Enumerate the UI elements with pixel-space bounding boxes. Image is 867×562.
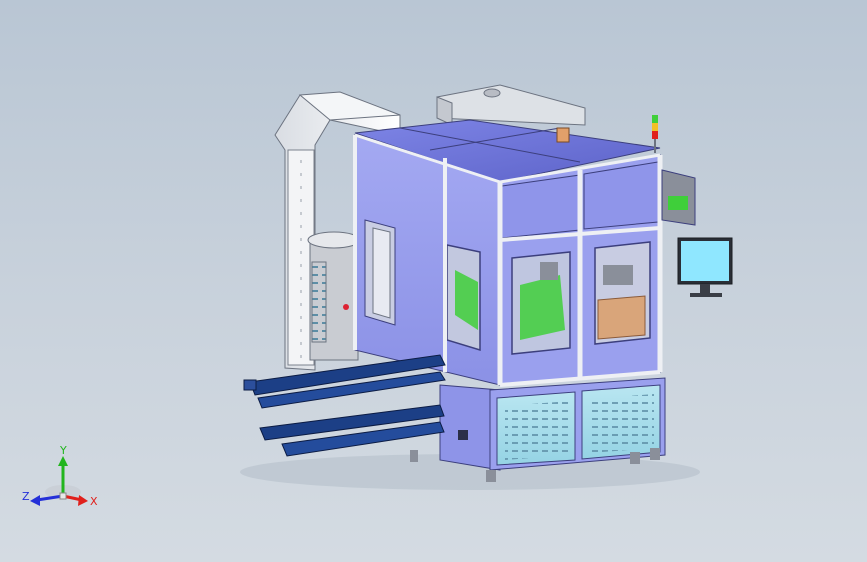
top-enclosure-box[interactable]	[436, 84, 586, 126]
machine-model[interactable]: Y X Z	[0, 0, 867, 562]
control-panel[interactable]	[661, 169, 696, 226]
main-cabinet[interactable]	[353, 119, 663, 387]
monitor[interactable]	[677, 237, 733, 297]
socket-icon	[458, 430, 468, 440]
x-axis-label: X	[90, 495, 98, 508]
bowl-feeder[interactable]	[307, 231, 361, 361]
z-axis-arrow-icon	[36, 494, 64, 502]
z-axis-label: Z	[22, 490, 30, 503]
coordinate-triad: Y X Z	[22, 444, 98, 508]
emergency-stop-icon[interactable]	[343, 304, 349, 310]
monitor-screen[interactable]	[681, 241, 729, 281]
y-axis-label: Y	[59, 444, 67, 457]
3d-viewport[interactable]: Y X Z	[0, 0, 867, 562]
conveyor-rails[interactable]	[243, 354, 446, 457]
spool-icon	[556, 127, 570, 143]
